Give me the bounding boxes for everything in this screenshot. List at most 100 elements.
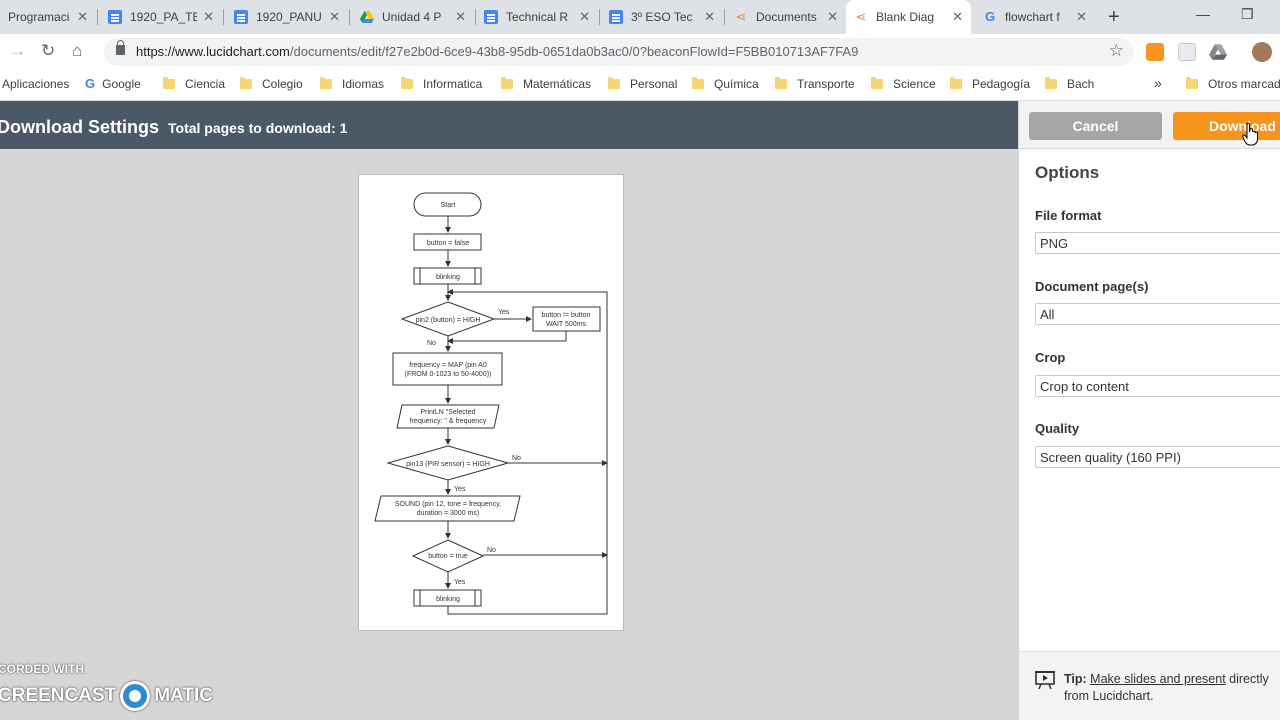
- close-icon[interactable]: ✕: [704, 9, 715, 25]
- page-title: Download Settings: [0, 117, 159, 137]
- flow-label: frequency: " & frequency: [410, 418, 487, 425]
- folder-icon: [240, 77, 252, 89]
- avatar[interactable]: [1252, 42, 1272, 62]
- download-button[interactable]: Download: [1173, 112, 1280, 140]
- address-bar[interactable]: https://www.lucidchart.com/documents/edi…: [104, 38, 1134, 66]
- bookmark-folder[interactable]: Matemáticas: [501, 77, 591, 91]
- close-icon[interactable]: ✕: [827, 9, 838, 25]
- bookmark-folder[interactable]: Personal: [608, 77, 677, 91]
- pages-count: Total pages to download: 1: [168, 120, 348, 136]
- close-icon[interactable]: ✕: [329, 9, 340, 25]
- restore-icon[interactable]: ❐: [1241, 6, 1254, 23]
- close-icon[interactable]: ✕: [1076, 9, 1087, 25]
- lock-icon: [116, 40, 125, 55]
- options-title: Options: [1035, 163, 1100, 182]
- home-icon[interactable]: ⌂: [72, 41, 82, 61]
- close-icon[interactable]: ✕: [455, 9, 466, 25]
- bookmark-star-icon[interactable]: ☆: [1109, 41, 1124, 61]
- screencast-logo-icon: [120, 681, 151, 711]
- extension-icon[interactable]: [1146, 43, 1164, 61]
- flow-label: (FROM 0-1023 to 50-4000)): [405, 371, 492, 378]
- back-arrow-icon[interactable]: →: [9, 41, 26, 61]
- bookmark-folder[interactable]: Science: [871, 77, 936, 91]
- bookmark-folder[interactable]: Bach: [1045, 77, 1094, 91]
- folder-icon: [871, 77, 883, 89]
- close-icon[interactable]: ✕: [579, 9, 590, 25]
- io-parallelogram: [374, 495, 521, 522]
- folder-icon: [1186, 77, 1198, 89]
- flow-label: Start: [441, 202, 456, 209]
- options-panel: Cancel Download Options File format PNG …: [1018, 101, 1280, 720]
- reload-icon[interactable]: ↻: [41, 41, 55, 61]
- flow-label: WAIT 500ms: [546, 321, 587, 328]
- flow-label: No: [427, 340, 436, 347]
- tab-title: flowchart f: [1005, 10, 1060, 24]
- quality-select[interactable]: Screen quality (160 PPI): [1035, 446, 1280, 468]
- google-drive-icon: [360, 10, 374, 24]
- browser-tab-active[interactable]: ⋖ Blank Diag ✕: [846, 0, 971, 34]
- flow-label: button != button: [542, 312, 591, 319]
- tip-bar: Tip: Make slides and present directly fr…: [1019, 651, 1280, 720]
- flow-label: blinking: [436, 596, 460, 603]
- browser-tab[interactable]: Programaci ✕: [0, 0, 96, 34]
- bookmarks-overflow-button[interactable]: »: [1154, 75, 1162, 91]
- download-settings-header: Download Settings Total pages to downloa…: [0, 101, 1018, 149]
- close-icon[interactable]: ✕: [77, 9, 88, 25]
- google-icon: G: [85, 76, 96, 91]
- bookmark-folder[interactable]: Transporte: [775, 77, 855, 91]
- close-icon[interactable]: ✕: [203, 9, 214, 25]
- close-icon[interactable]: ✕: [952, 9, 963, 25]
- folder-icon: [608, 77, 620, 89]
- document-pages-select[interactable]: All: [1035, 303, 1280, 325]
- bookmark-folder[interactable]: Pedagogía: [950, 77, 1030, 91]
- flow-label: button = true: [428, 553, 468, 560]
- google-docs-icon: [484, 10, 498, 24]
- bookmark-folder[interactable]: Idiomas: [320, 77, 384, 91]
- browser-tab[interactable]: G flowchart f ✕: [975, 0, 1095, 34]
- flow-label: pin13 (PIR sensor) = HIGH: [406, 461, 490, 468]
- flow-label: Yes: [498, 309, 510, 316]
- tab-separator: [599, 9, 600, 25]
- browser-tab[interactable]: ⋖ Documents ✕: [726, 0, 846, 34]
- bookmark-folder[interactable]: Química: [692, 77, 759, 91]
- panel-actions: Cancel Download: [1019, 101, 1280, 149]
- tab-title: 1920_PANU: [256, 10, 322, 24]
- extension-icon[interactable]: [1178, 43, 1196, 61]
- file-format-select[interactable]: PNG: [1035, 232, 1280, 254]
- browser-tab[interactable]: 1920_PANU ✕: [226, 0, 348, 34]
- tab-title: Technical R: [506, 10, 569, 24]
- cancel-button[interactable]: Cancel: [1029, 112, 1162, 140]
- new-tab-button[interactable]: +: [1108, 6, 1120, 29]
- bookmark-folder[interactable]: Colegio: [240, 77, 303, 91]
- tab-separator: [724, 9, 725, 25]
- minimize-icon[interactable]: —: [1196, 6, 1210, 22]
- folder-icon: [692, 77, 704, 89]
- tab-title: Programaci: [8, 10, 70, 24]
- browser-tab[interactable]: 3º ESO Tec ✕: [601, 0, 723, 34]
- bookmark-apps[interactable]: Aplicaciones: [2, 77, 69, 91]
- preview-area: Start button = false blinking pin2 (butt…: [0, 149, 1018, 720]
- bookmark-folder[interactable]: Informatica: [401, 77, 482, 91]
- quality-label: Quality: [1035, 421, 1080, 436]
- make-slides-link[interactable]: Make slides and present: [1090, 672, 1226, 686]
- browser-tab[interactable]: Unidad 4 P ✕: [352, 0, 474, 34]
- diagram-preview-page: Start button = false blinking pin2 (butt…: [358, 174, 624, 631]
- bookmark-google[interactable]: G Google: [85, 76, 141, 92]
- flow-label: Yes: [454, 486, 466, 493]
- drive-extension-icon[interactable]: [1209, 43, 1227, 61]
- screencast-watermark: CREENCAST MATIC: [0, 681, 213, 711]
- flow-label: button = false: [427, 240, 469, 247]
- browser-tab[interactable]: Technical R ✕: [476, 0, 598, 34]
- browser-toolbar: → ↻ ⌂ https://www.lucidchart.com/documen…: [0, 34, 1280, 70]
- bookmarks-bar: Aplicaciones G Google Ciencia Colegio Idi…: [0, 70, 1280, 101]
- browser-tab[interactable]: 1920_PA_TE ✕: [100, 0, 222, 34]
- flow-label: blinking: [436, 274, 460, 281]
- bookmark-other[interactable]: Otros marcad: [1186, 77, 1280, 91]
- google-icon: G: [984, 9, 996, 24]
- browser-tab-strip: Programaci ✕ 1920_PA_TE ✕ 1920_PANU ✕ Un…: [0, 0, 1280, 34]
- bookmark-folder[interactable]: Ciencia: [163, 77, 225, 91]
- watermark-recorded-with: CORDED WITH: [0, 662, 84, 676]
- folder-icon: [401, 77, 413, 89]
- crop-select[interactable]: Crop to content: [1035, 375, 1280, 397]
- folder-icon: [320, 77, 332, 89]
